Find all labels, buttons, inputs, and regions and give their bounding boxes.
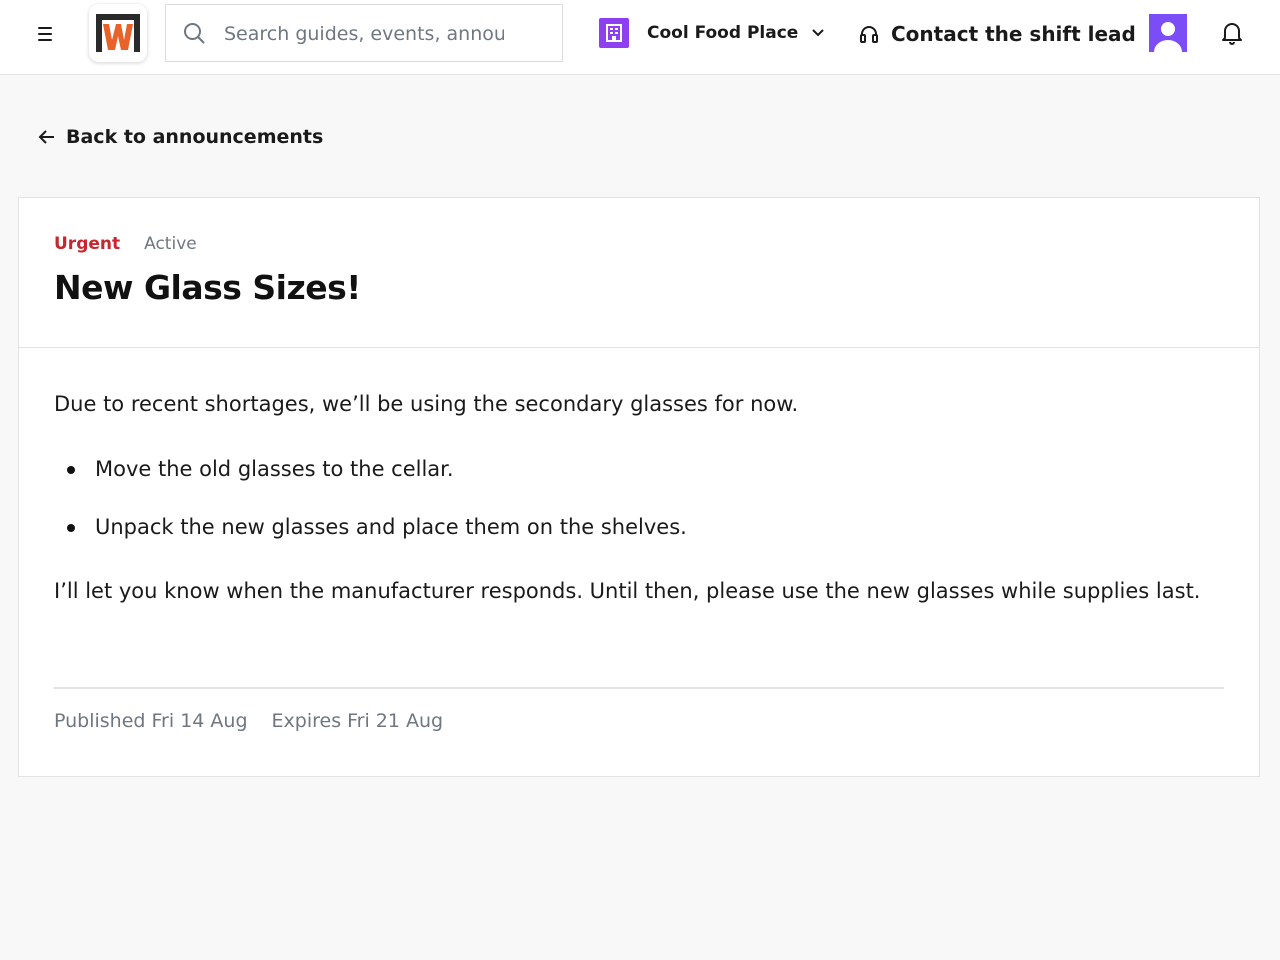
app-logo[interactable] <box>89 4 147 62</box>
list-item: Unpack the new glasses and place them on… <box>54 507 1224 548</box>
hamburger-menu-icon[interactable] <box>33 22 57 46</box>
arrow-left-icon <box>38 130 54 144</box>
status-badge: Active <box>144 234 197 254</box>
published-date: Published Fri 14 Aug <box>54 710 248 732</box>
urgent-badge: Urgent <box>54 234 121 254</box>
user-avatar-icon[interactable] <box>1149 14 1187 52</box>
announcement-body: Due to recent shortages, we’ll be using … <box>54 384 1224 612</box>
expires-date: Expires Fri 21 Aug <box>271 710 444 732</box>
list-item: Move the old glasses to the cellar. <box>54 449 1224 490</box>
search-input[interactable] <box>224 19 504 49</box>
bell-icon[interactable] <box>1221 21 1243 49</box>
announcement-tags: Urgent Active <box>54 234 197 254</box>
top-bar: Cool Food Place Contact the shift lead <box>0 0 1280 75</box>
search-icon <box>184 23 205 44</box>
announcement-intro: Due to recent shortages, we’ll be using … <box>54 392 799 416</box>
search-box[interactable] <box>165 4 563 62</box>
announcement-header: Urgent Active New Glass Sizes! <box>19 198 1259 348</box>
back-to-announcements-link[interactable]: Back to announcements <box>38 122 323 152</box>
announcement-meta: Published Fri 14 Aug Expires Fri 21 Aug <box>54 710 443 732</box>
contact-shift-lead-button[interactable]: Contact the shift lead <box>859 19 1136 49</box>
contact-label: Contact the shift lead <box>891 22 1136 46</box>
headset-icon <box>860 26 878 43</box>
building-icon <box>599 18 629 48</box>
wl-logo-icon <box>96 14 140 52</box>
announcement-title: New Glass Sizes! <box>54 268 361 307</box>
announcement-card: Urgent Active New Glass Sizes! Due to re… <box>18 197 1260 777</box>
chevron-down-icon <box>812 29 825 37</box>
location-name: Cool Food Place <box>647 23 799 43</box>
announcement-steps: Move the old glasses to the cellar. Unpa… <box>54 449 1224 548</box>
location-selector[interactable]: Cool Food Place <box>599 18 825 48</box>
announcement-closing: I’ll let you know when the manufacturer … <box>54 579 1201 603</box>
back-link-label: Back to announcements <box>66 126 324 148</box>
divider <box>54 687 1224 689</box>
